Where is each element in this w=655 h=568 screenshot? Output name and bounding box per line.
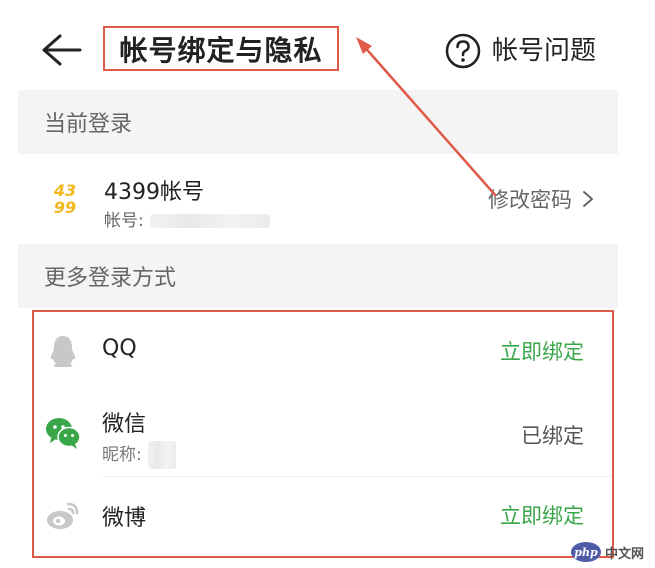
change-password-button[interactable]: 修改密码 <box>488 184 594 214</box>
4399-logo-icon: 43 99 <box>48 182 82 216</box>
account-name: 4399帐号 <box>104 180 204 205</box>
weibo-icon <box>47 502 79 529</box>
more-login-annotation-box: QQ 立即绑定 微信 昵称: 已绑定 微博 立即绑定 <box>32 310 614 558</box>
wechat-nickname-line: 昵称: <box>102 440 176 469</box>
section-more-login-label: 更多登录方式 <box>44 266 177 291</box>
logo-text-top: 43 <box>53 181 77 200</box>
page-title: 帐号绑定与隐私 <box>119 33 323 67</box>
section-current-login: 当前登录 <box>18 90 618 154</box>
section-current-login-label: 当前登录 <box>44 112 133 137</box>
bind-qq-button[interactable]: 立即绑定 <box>500 336 584 366</box>
question-circle-icon[interactable] <box>444 32 482 70</box>
login-row-qq[interactable]: QQ 立即绑定 <box>34 312 612 392</box>
current-account-row: 43 99 4399帐号 帐号: 修改密码 <box>18 154 618 242</box>
login-name-wechat: 微信 <box>102 412 147 437</box>
wechat-nickname-redacted <box>147 441 176 469</box>
section-more-login: 更多登录方式 <box>18 244 618 308</box>
qq-penguin-icon <box>50 336 76 367</box>
top-bar: 帐号绑定与隐私 帐号问题 <box>0 14 655 86</box>
title-annotation-box: 帐号绑定与隐私 <box>103 26 339 71</box>
watermark-text: 中文网 <box>605 546 645 562</box>
login-name-qq: QQ <box>102 336 137 361</box>
account-id-line: 帐号: <box>104 206 270 231</box>
php-logo-icon: php <box>571 542 601 562</box>
login-row-wechat[interactable]: 微信 昵称: 已绑定 <box>34 392 612 476</box>
wechat-icon <box>46 418 81 449</box>
bind-weibo-button[interactable]: 立即绑定 <box>500 500 584 530</box>
account-id-prefix: 帐号: <box>104 211 144 231</box>
account-help-link[interactable]: 帐号问题 <box>492 32 596 70</box>
chevron-right-icon <box>583 191 593 207</box>
change-password-label: 修改密码 <box>488 188 572 212</box>
account-binding-screen: 帐号绑定与隐私 帐号问题 当前登录 43 99 4399帐号 帐号: 修改密码 … <box>0 0 655 568</box>
wechat-bound-status: 已绑定 <box>521 424 584 448</box>
account-id-redacted <box>149 214 270 228</box>
login-row-weibo[interactable]: 微博 立即绑定 <box>34 476 612 556</box>
back-arrow-icon[interactable] <box>40 32 82 68</box>
site-watermark: php 中文网 <box>571 540 651 564</box>
login-name-weibo: 微博 <box>102 506 147 531</box>
wechat-nickname-prefix: 昵称: <box>102 445 142 465</box>
logo-text-bottom: 99 <box>53 198 77 217</box>
